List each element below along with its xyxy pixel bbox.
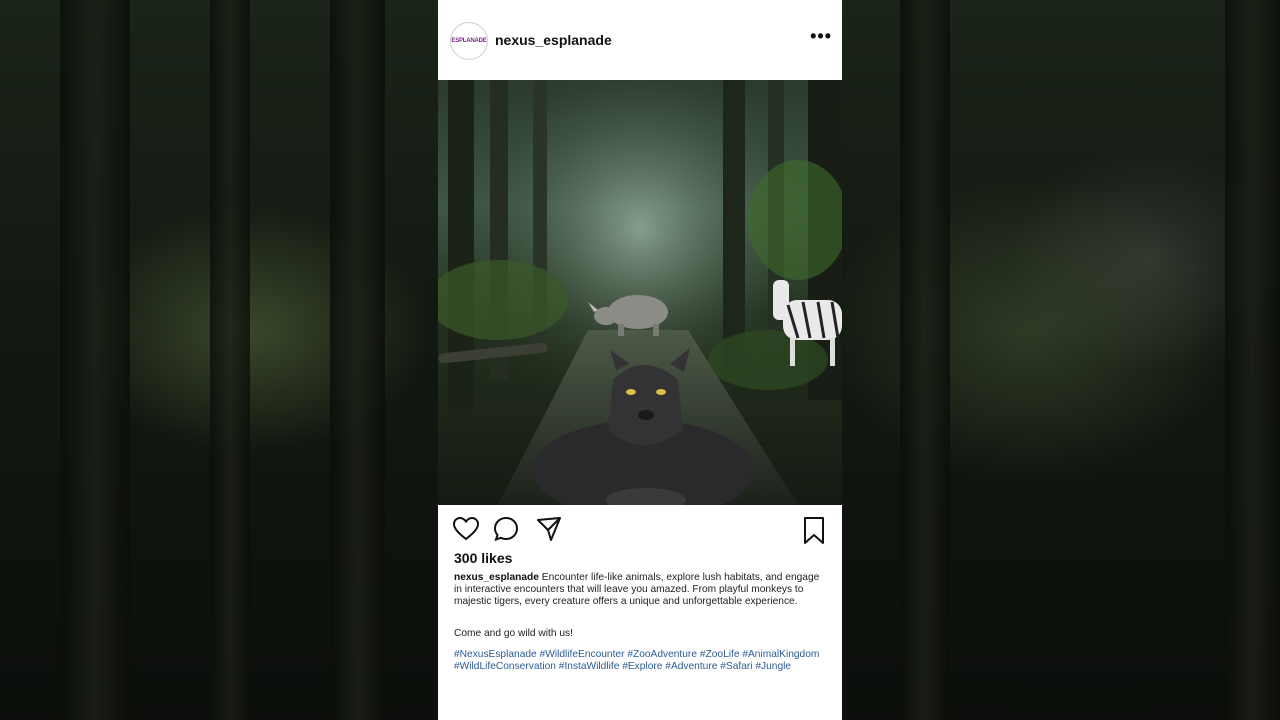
jungle-scene-illustration bbox=[438, 80, 842, 505]
hashtag-link[interactable]: #ZooLife bbox=[700, 649, 740, 660]
hashtag-link[interactable]: #Jungle bbox=[755, 661, 791, 672]
bookmark-icon[interactable] bbox=[802, 516, 826, 546]
hashtag-list: #NexusEsplanade #WildlifeEncounter #ZooA… bbox=[454, 649, 826, 673]
avatar[interactable]: ESPLANADE bbox=[450, 22, 488, 60]
share-icon[interactable] bbox=[536, 516, 562, 542]
background-tree-trunk bbox=[330, 0, 385, 720]
post-header: ESPLANADE nexus_esplanade ••• bbox=[438, 0, 842, 80]
hashtag-link[interactable]: #WildLifeConservation bbox=[454, 661, 556, 672]
post-caption: nexus_esplanade Encounter life-like anim… bbox=[454, 572, 826, 609]
caption-cta: Come and go wild with us! bbox=[454, 628, 573, 639]
likes-count[interactable]: 300 likes bbox=[454, 550, 512, 566]
hashtag-link[interactable]: #NexusEsplanade bbox=[454, 649, 537, 660]
post-actions-bar bbox=[438, 512, 842, 548]
heart-icon[interactable] bbox=[452, 516, 480, 542]
hashtag-link[interactable]: #Safari bbox=[720, 661, 752, 672]
hashtag-link[interactable]: #InstaWildlife bbox=[559, 661, 620, 672]
hashtag-link[interactable]: #AnimalKingdom bbox=[742, 649, 819, 660]
hashtag-link[interactable]: #Adventure bbox=[665, 661, 717, 672]
post-username[interactable]: nexus_esplanade bbox=[495, 32, 612, 48]
avatar-logo-text: ESPLANADE bbox=[451, 38, 487, 44]
comment-icon[interactable] bbox=[493, 516, 519, 542]
background-tree-trunk bbox=[210, 0, 250, 720]
background-tree-trunk bbox=[60, 0, 130, 720]
hashtag-link[interactable]: #WildlifeEncounter bbox=[540, 649, 625, 660]
background-tree-trunk bbox=[1225, 0, 1280, 720]
post-image[interactable] bbox=[438, 80, 842, 505]
caption-username[interactable]: nexus_esplanade bbox=[454, 572, 539, 583]
hashtag-link[interactable]: #Explore bbox=[622, 661, 662, 672]
more-options-icon[interactable]: ••• bbox=[810, 26, 832, 47]
instagram-post-card: ESPLANADE nexus_esplanade ••• 300 likes … bbox=[438, 0, 842, 720]
hashtag-link[interactable]: #ZooAdventure bbox=[627, 649, 697, 660]
background-tree-trunk bbox=[900, 0, 950, 720]
